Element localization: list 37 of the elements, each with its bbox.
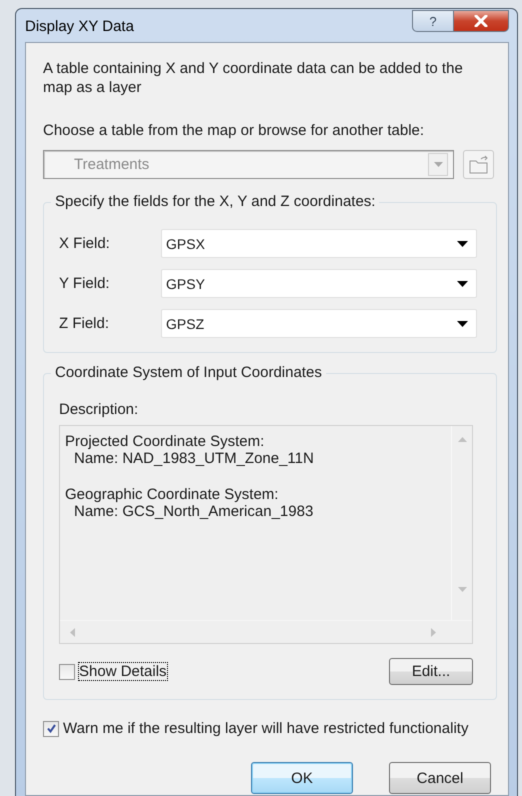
close-icon — [474, 15, 488, 27]
dropdown-arrow-icon — [434, 162, 442, 167]
field-dropdown[interactable]: GPSY — [161, 269, 477, 298]
scroll-down-icon[interactable] — [458, 587, 466, 592]
help-button[interactable]: ? — [412, 10, 454, 32]
field-label: Y Field: — [59, 275, 111, 292]
description-label: Description: — [59, 401, 140, 419]
field-label: X Field: — [59, 235, 111, 252]
show-details-label[interactable]: Show Details — [79, 663, 167, 680]
dropdown-arrow-icon — [457, 280, 468, 286]
dialog-button[interactable]: Cancel — [389, 762, 491, 794]
dialog-button[interactable]: OK — [251, 762, 353, 794]
intro-text: A table containing X and Y coordinate data can be added to the map as a layer — [43, 59, 464, 97]
description-line: Name: GCS_North_American_1983 — [73, 503, 314, 520]
checkmark-icon — [46, 723, 56, 734]
description-line: Geographic Coordinate System: — [65, 486, 280, 503]
dropdown-arrow-icon — [457, 240, 468, 246]
scroll-right-icon[interactable] — [431, 628, 436, 636]
table-chooser-label: Choose a table from the map or browse for another table: — [43, 122, 426, 140]
description-line: Projected Coordinate System: — [65, 433, 266, 450]
folder-icon — [468, 154, 490, 174]
field-label: Z Field: — [59, 315, 110, 332]
scroll-left-icon[interactable] — [70, 628, 75, 636]
field-dropdown[interactable]: GPSX — [161, 229, 477, 258]
close-button[interactable] — [454, 10, 509, 32]
checkbox[interactable] — [43, 720, 59, 736]
scroll-up-icon[interactable] — [458, 437, 466, 442]
checkbox[interactable] — [59, 664, 75, 680]
warn-label[interactable]: Warn me if the resulting layer will have restricted functionality — [63, 720, 468, 737]
group-title: Specify the fields for the X, Y and Z coordinates: — [51, 193, 380, 211]
edit-button[interactable]: Edit... — [389, 658, 473, 685]
group-title: Coordinate System of Input Coordinates — [51, 364, 326, 382]
field-dropdown[interactable]: GPSZ — [161, 309, 477, 338]
dropdown-arrow-icon — [457, 320, 468, 326]
description-line: Name: NAD_1983_UTM_Zone_11N — [73, 450, 315, 467]
window-title: Display XY Data — [25, 18, 134, 35]
browse-button[interactable] — [463, 150, 494, 179]
